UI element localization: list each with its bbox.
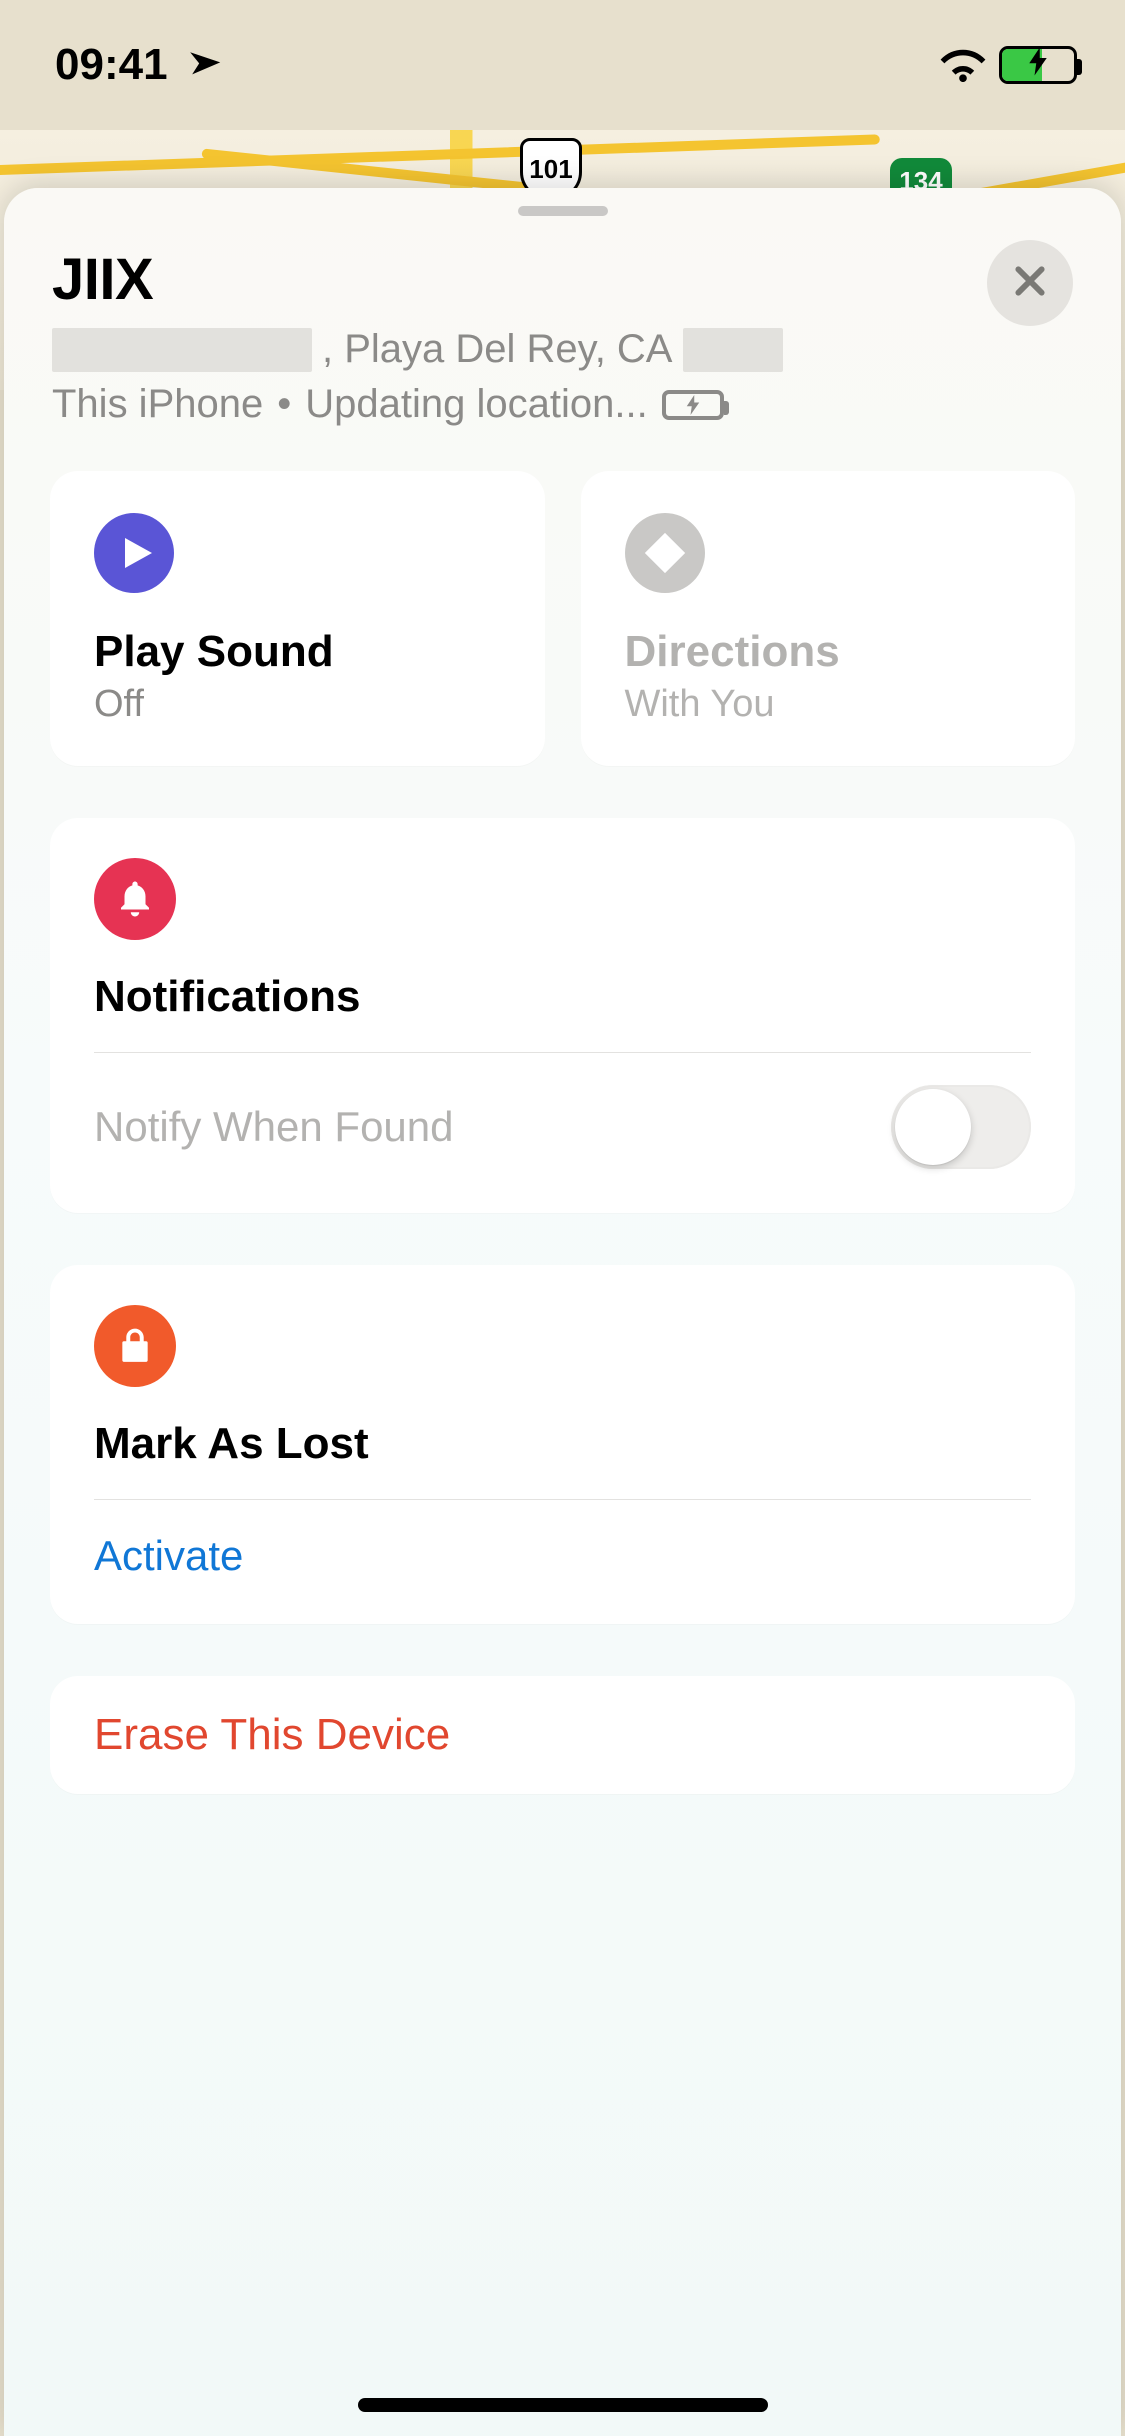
bell-icon xyxy=(94,858,176,940)
sheet-grabber[interactable] xyxy=(518,206,608,216)
lock-icon xyxy=(94,1305,176,1387)
home-indicator[interactable] xyxy=(358,2398,768,2412)
redacted-segment xyxy=(52,328,312,372)
directions-sub: With You xyxy=(625,683,1032,726)
directions-tile[interactable]: Directions With You xyxy=(581,471,1076,766)
notify-when-found-row[interactable]: Notify When Found xyxy=(94,1053,1031,1173)
location-services-icon xyxy=(169,38,223,92)
status-separator: • xyxy=(277,382,291,427)
activate-row[interactable]: Activate xyxy=(94,1500,1031,1584)
battery-icon xyxy=(999,46,1077,84)
activate-button[interactable]: Activate xyxy=(94,1532,243,1580)
notify-when-found-label: Notify When Found xyxy=(94,1103,454,1151)
mark-as-lost-card: Mark As Lost Activate xyxy=(50,1265,1075,1624)
redacted-segment xyxy=(683,328,783,372)
directions-title: Directions xyxy=(625,627,1032,677)
close-icon xyxy=(1010,261,1050,306)
status-updating-location: Updating location... xyxy=(305,382,647,427)
erase-device-card[interactable]: Erase This Device xyxy=(50,1676,1075,1794)
close-button[interactable] xyxy=(987,240,1073,326)
directions-icon xyxy=(625,513,705,593)
play-sound-tile[interactable]: Play Sound Off xyxy=(50,471,545,766)
device-battery-icon xyxy=(662,390,724,420)
device-status-row: This iPhone • Updating location... xyxy=(52,382,1073,427)
erase-device-button[interactable]: Erase This Device xyxy=(94,1710,1031,1760)
play-sound-title: Play Sound xyxy=(94,627,501,677)
device-name: JIIX xyxy=(52,246,1073,313)
status-this-device: This iPhone xyxy=(52,382,263,427)
notify-when-found-toggle[interactable] xyxy=(891,1085,1031,1169)
device-address: , Playa Del Rey, CA xyxy=(52,327,1073,372)
play-icon xyxy=(94,513,174,593)
notifications-title: Notifications xyxy=(94,972,1031,1022)
notifications-card: Notifications Notify When Found xyxy=(50,818,1075,1213)
device-detail-sheet: JIIX , Playa Del Rey, CA This iPhone • U… xyxy=(4,188,1121,2436)
mark-as-lost-title: Mark As Lost xyxy=(94,1419,1031,1469)
toggle-knob xyxy=(895,1089,971,1165)
status-time: 09:41 xyxy=(55,40,168,90)
wifi-icon xyxy=(939,46,987,84)
address-visible: , Playa Del Rey, CA xyxy=(322,327,673,372)
status-bar: 09:41 xyxy=(0,0,1125,130)
play-sound-sub: Off xyxy=(94,683,501,726)
